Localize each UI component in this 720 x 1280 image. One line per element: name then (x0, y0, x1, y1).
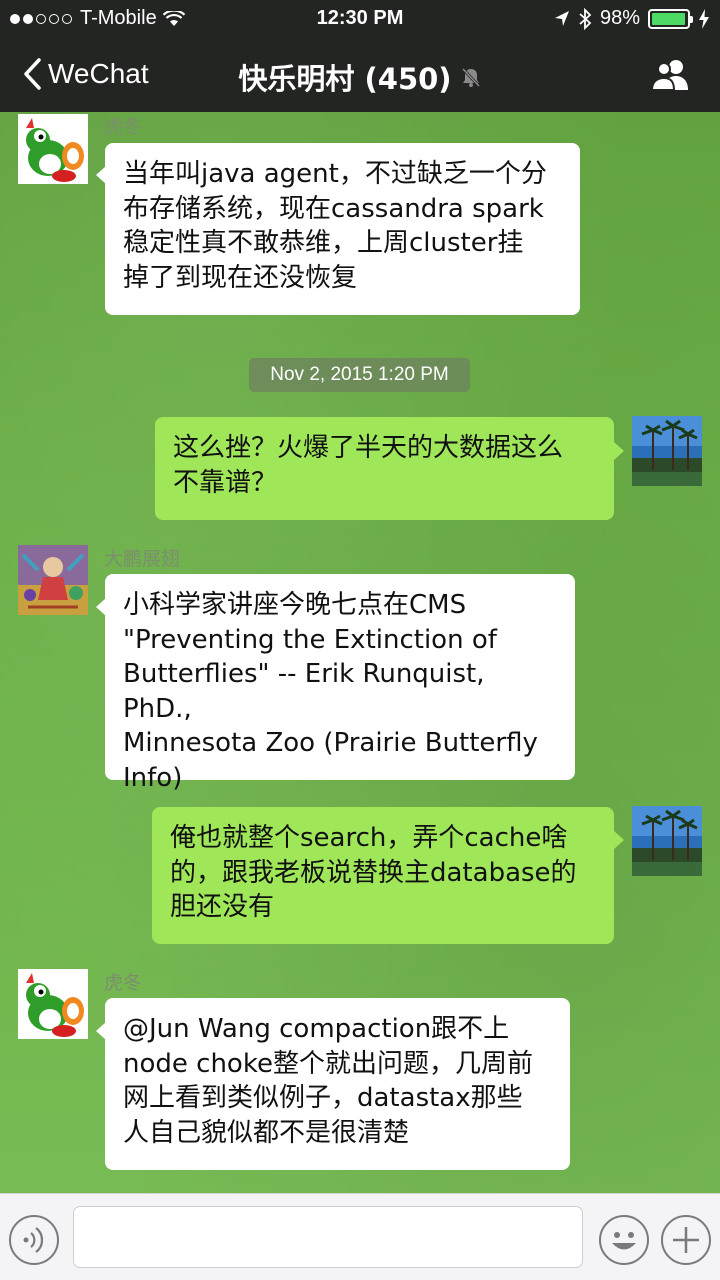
message-bubble[interactable]: 当年叫java agent，不过缺乏一个分 布存储系统，现在cassandra … (105, 143, 580, 315)
message-line: 俺也就整个search，弄个cache啥 (170, 823, 568, 853)
palm-trees-avatar-icon (632, 416, 702, 486)
mute-icon (461, 67, 480, 88)
group-members-icon[interactable] (650, 58, 692, 92)
message-line: 当年叫java agent，不过缺乏一个分 (123, 159, 547, 189)
plus-icon[interactable] (660, 1214, 712, 1266)
sender-name: 虎冬 (104, 116, 143, 138)
message-line: node choke整个就出问题，几周前 (123, 1048, 533, 1079)
message-line: 胆还没有 (170, 892, 275, 922)
timestamp-label: Nov 2, 2015 1:20 PM (249, 358, 470, 392)
painting-avatar-icon (18, 545, 88, 615)
sender-name: 大鹏展翅 (104, 548, 181, 570)
message-line: 这么挫？火爆了半天的大数据这么 (173, 433, 564, 463)
status-bar: T-Mobile 12:30 PM 98% (0, 0, 720, 38)
message-line: @Jun Wang compaction跟不上 (123, 1014, 510, 1044)
yoshi-avatar-icon (18, 114, 88, 184)
palm-trees-avatar-icon (632, 806, 702, 876)
message-line: 的，跟我老板说替换主database的 (170, 857, 577, 888)
sender-name: 虎冬 (104, 972, 143, 994)
message-line: 不靠谱？ (173, 467, 278, 498)
avatar[interactable] (18, 969, 88, 1039)
message-bubble[interactable]: 小科学家讲座今晚七点在CMS "Preventing the Extinctio… (105, 574, 575, 793)
message-line: 布存储系统，现在cassandra spark (123, 193, 544, 224)
message-bubble[interactable]: 俺也就整个search，弄个cache啥 的，跟我老板说替换主database的… (152, 807, 614, 944)
message-line: 人自己貌似都不是很清楚 (123, 1117, 410, 1148)
message-input[interactable] (73, 1206, 583, 1268)
message-line: 网上看到类似例子，datastax那些 (123, 1083, 523, 1113)
message-line: 小科学家讲座今晚七点在CMS (123, 590, 467, 620)
message-line: 稳定性真不敢恭维，上周cluster挂 (123, 228, 524, 258)
chat-title: 快乐明村 (450) (238, 62, 452, 96)
message-line: Info) (123, 762, 183, 793)
message-line: "Preventing the Extinction of (123, 624, 497, 655)
message-bubble[interactable]: @Jun Wang compaction跟不上 node choke整个就出问题… (105, 998, 570, 1170)
avatar[interactable] (632, 806, 702, 876)
battery-icon (648, 8, 693, 29)
message-line: 掉了到现在还没恢复 (123, 262, 358, 293)
bluetooth-icon (579, 7, 592, 30)
message-bubble[interactable]: 这么挫？火爆了半天的大数据这么 不靠谱？ (155, 417, 614, 520)
nav-bar: WeChat 快乐明村 (450) (0, 38, 720, 112)
emoji-icon[interactable] (598, 1214, 650, 1266)
message-line: Butterflies" -- Erik Runquist, PhD., (123, 659, 485, 724)
avatar[interactable] (632, 416, 702, 486)
location-icon (554, 10, 569, 26)
message-line: Minnesota Zoo (Prairie Butterfly (123, 728, 538, 758)
yoshi-avatar-icon (18, 969, 88, 1039)
avatar[interactable] (18, 545, 88, 615)
input-bar (0, 1193, 720, 1280)
voice-icon[interactable] (8, 1214, 60, 1266)
charging-icon (699, 8, 709, 29)
avatar[interactable] (18, 114, 88, 184)
battery-percent: 98% (599, 7, 640, 29)
